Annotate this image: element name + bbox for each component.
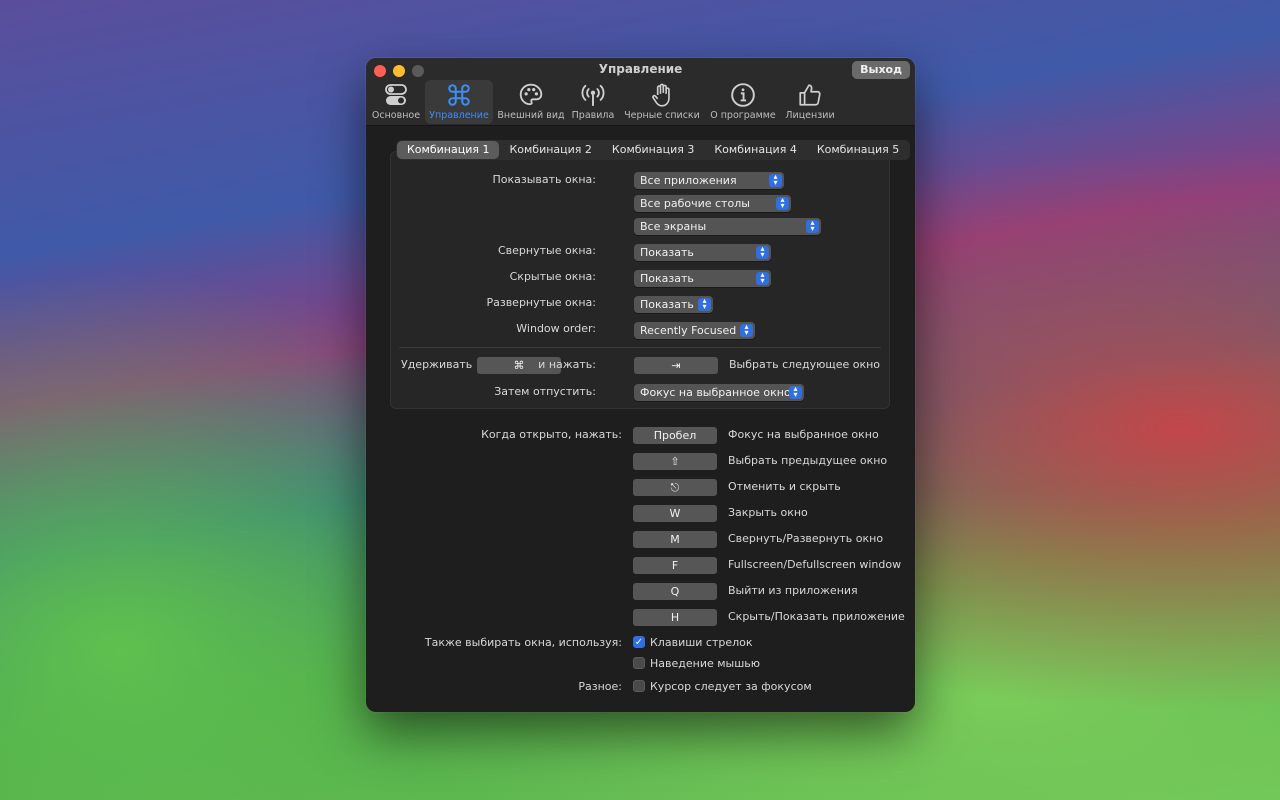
- show-screens-select[interactable]: Все экраны ▴ ▾: [634, 218, 821, 235]
- combination-tabs: Комбинация 1 Комбинация 2 Комбинация 3 К…: [396, 140, 911, 160]
- tab-combination-2[interactable]: Комбинация 2: [499, 141, 601, 159]
- next-window-key-recorder[interactable]: ⇥: [634, 357, 718, 374]
- window-order-label: Window order:: [516, 322, 596, 335]
- fullscreen-windows-select[interactable]: Показать ▴ ▾: [634, 296, 713, 313]
- controls-pane: Показывать окна: Все приложения ▴ ▾ Все р…: [366, 127, 915, 712]
- tab-combination-3[interactable]: Комбинация 3: [602, 141, 704, 159]
- tab-combination-5[interactable]: Комбинация 5: [807, 141, 909, 159]
- popup-arrows-icon: ▴ ▾: [776, 196, 789, 210]
- shortcut-action-previous: Выбрать предыдущее окно: [728, 454, 888, 467]
- thumbs-up-icon: [783, 80, 837, 110]
- and-press-label: и нажать:: [538, 358, 596, 371]
- next-window-action-label: Выбрать следующее окно: [729, 358, 881, 371]
- window-order-select[interactable]: Recently Focused ▴ ▾: [634, 322, 755, 339]
- also-select-label: Также выбирать окна, используя:: [424, 636, 622, 649]
- shortcut-key-w[interactable]: W: [633, 505, 717, 522]
- shortcut-key-m[interactable]: M: [633, 531, 717, 548]
- toolbar-item-rules[interactable]: Правила: [569, 80, 617, 124]
- then-release-label: Затем отпустить:: [494, 385, 596, 398]
- arrow-keys-checkbox[interactable]: ✓: [633, 636, 645, 648]
- tab-combination-4[interactable]: Комбинация 4: [704, 141, 806, 159]
- misc-label: Разное:: [578, 680, 622, 693]
- toolbar-label: Лицензии: [785, 110, 835, 121]
- popup-arrows-icon: ▴ ▾: [698, 297, 711, 311]
- popup-arrows-icon: ▴ ▾: [806, 219, 819, 233]
- preferences-window: Управление Выход Основное Управление Вне…: [366, 58, 915, 712]
- shortcut-action-hide-app: Скрыть/Показать приложение: [728, 610, 905, 623]
- toolbar-label: Черные списки: [624, 110, 700, 121]
- toolbar-item-general[interactable]: Основное: [370, 80, 422, 124]
- shortcut-key-h[interactable]: H: [633, 609, 717, 626]
- shortcut-action-cancel: Отменить и скрыть: [728, 480, 841, 493]
- arrow-keys-label: Клавиши стрелок: [650, 636, 753, 649]
- hand-icon: [622, 80, 702, 110]
- shortcut-key-space[interactable]: Пробел: [633, 427, 717, 444]
- toolbar-item-about[interactable]: О программе: [708, 80, 778, 124]
- mouse-hover-label: Наведение мышью: [650, 657, 761, 670]
- quit-button[interactable]: Выход: [852, 61, 910, 79]
- popup-arrows-icon: ▴ ▾: [789, 385, 802, 399]
- then-release-value: Фокус на выбранное окно: [640, 386, 791, 399]
- show-apps-select[interactable]: Все приложения ▴ ▾: [634, 172, 784, 189]
- shortcut-key-q[interactable]: Q: [633, 583, 717, 600]
- shortcut-action-close: Закрыть окно: [728, 506, 808, 519]
- cursor-follows-focus-label: Курсор следует за фокусом: [650, 680, 812, 693]
- toolbar-item-appearance[interactable]: Внешний вид: [497, 80, 565, 124]
- toggles-icon: [370, 80, 422, 110]
- toolbar-label: Основное: [371, 110, 421, 121]
- popup-arrows-icon: ▴ ▾: [756, 245, 769, 259]
- toolbar-label: О программе: [710, 110, 776, 121]
- preferences-toolbar: Основное Управление Внешний вид Правила: [366, 80, 915, 124]
- mouse-hover-checkbox[interactable]: [633, 657, 645, 669]
- shortcut-action-minimize: Свернуть/Развернуть окно: [728, 532, 884, 545]
- info-icon: [708, 80, 778, 110]
- tab-combination-1[interactable]: Комбинация 1: [397, 141, 500, 159]
- minimized-windows-select[interactable]: Показать ▴ ▾: [634, 244, 771, 261]
- shortcut-group-box: Показывать окна: Все приложения ▴ ▾ Все р…: [390, 151, 890, 409]
- show-screens-value: Все экраны: [640, 220, 707, 233]
- toolbar-label: Управление: [429, 110, 489, 121]
- checkmark-icon: ✓: [634, 637, 644, 648]
- window-order-value: Recently Focused: [640, 324, 737, 337]
- show-spaces-select[interactable]: Все рабочие столы ▴ ▾: [634, 195, 791, 212]
- popup-arrows-icon: ▴ ▾: [756, 271, 769, 285]
- shortcut-key-shift[interactable]: ⇧: [633, 453, 717, 470]
- toolbar-item-blacklists[interactable]: Черные списки: [622, 80, 702, 124]
- minimized-windows-label: Свернутые окна:: [498, 244, 596, 257]
- popup-arrows-icon: ▴ ▾: [740, 323, 753, 337]
- window-title: Управление: [598, 62, 683, 76]
- fullscreen-windows-label: Развернутые окна:: [486, 296, 596, 309]
- hidden-windows-value: Показать: [640, 272, 694, 285]
- command-icon: [425, 80, 493, 110]
- fullscreen-windows-value: Показать: [640, 298, 694, 311]
- hidden-windows-select[interactable]: Показать ▴ ▾: [634, 270, 771, 287]
- group-separator: [399, 347, 881, 348]
- shortcut-action-focus: Фокус на выбранное окно: [728, 428, 879, 441]
- shortcut-action-quit-app: Выйти из приложения: [728, 584, 858, 597]
- toolbar-item-licenses[interactable]: Лицензии: [783, 80, 837, 124]
- shortcut-key-escape[interactable]: ⎋: [633, 479, 717, 496]
- cursor-follows-focus-checkbox[interactable]: [633, 680, 645, 692]
- title-bar: Управление Выход Основное Управление Вне…: [366, 58, 915, 126]
- shortcut-action-fullscreen: Fullscreen/Defullscreen window: [728, 558, 902, 571]
- when-open-label: Когда открыто, нажать:: [481, 428, 622, 441]
- then-release-select[interactable]: Фокус на выбранное окно ▴ ▾: [634, 384, 804, 401]
- toolbar-item-controls[interactable]: Управление: [425, 80, 493, 124]
- hold-label: Удерживать: [401, 358, 473, 371]
- show-apps-value: Все приложения: [640, 174, 737, 187]
- toolbar-label: Внешний вид: [497, 110, 565, 121]
- hidden-windows-label: Скрытые окна:: [509, 270, 596, 283]
- minimized-windows-value: Показать: [640, 246, 694, 259]
- toolbar-label: Правила: [571, 110, 615, 121]
- antenna-icon: [569, 80, 617, 110]
- show-spaces-value: Все рабочие столы: [640, 197, 750, 210]
- show-windows-label: Показывать окна:: [492, 173, 596, 186]
- shortcut-key-f[interactable]: F: [633, 557, 717, 574]
- popup-arrows-icon: ▴ ▾: [769, 173, 782, 187]
- palette-icon: [497, 80, 565, 110]
